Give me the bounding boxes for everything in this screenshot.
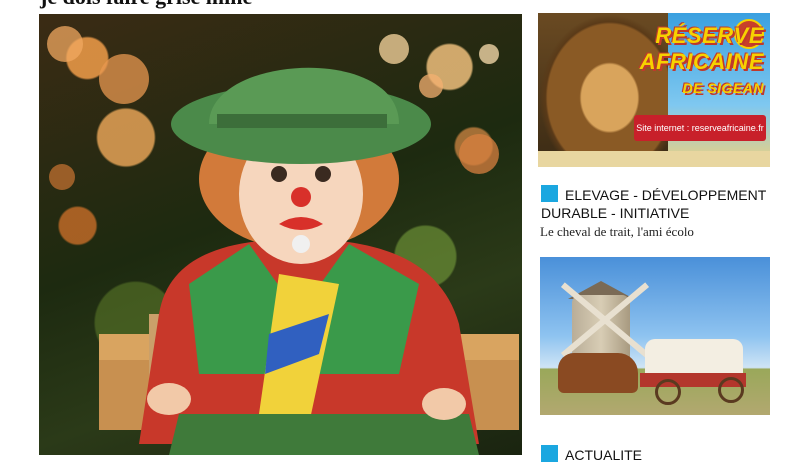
main-article-photo[interactable] xyxy=(39,14,522,455)
clown-doll-image xyxy=(99,67,519,455)
advertisement-banner[interactable]: RÉSERVE AFRICAINE DE SIGEAN Site interne… xyxy=(538,13,770,167)
category-square-icon xyxy=(541,445,558,462)
ad-website-link[interactable]: Site internet : reserveafricaine.fr xyxy=(634,115,766,141)
article-headline[interactable]: je dois faire grise mine xyxy=(40,0,520,10)
wagon-image xyxy=(645,339,743,375)
sidebar: RÉSERVE AFRICAINE DE SIGEAN Site interne… xyxy=(538,0,770,463)
article-category[interactable]: ELEVAGE - DÉVELOPPEMENT DURABLE - INITIA… xyxy=(541,185,769,222)
article-subtitle[interactable]: Le cheval de trait, l'ami écolo xyxy=(540,224,770,240)
ad-title: RÉSERVE AFRICAINE DE SIGEAN xyxy=(639,23,764,96)
horse-image xyxy=(558,353,638,393)
category-square-icon xyxy=(541,185,558,202)
article-photo-windmill-horse[interactable] xyxy=(540,257,770,415)
